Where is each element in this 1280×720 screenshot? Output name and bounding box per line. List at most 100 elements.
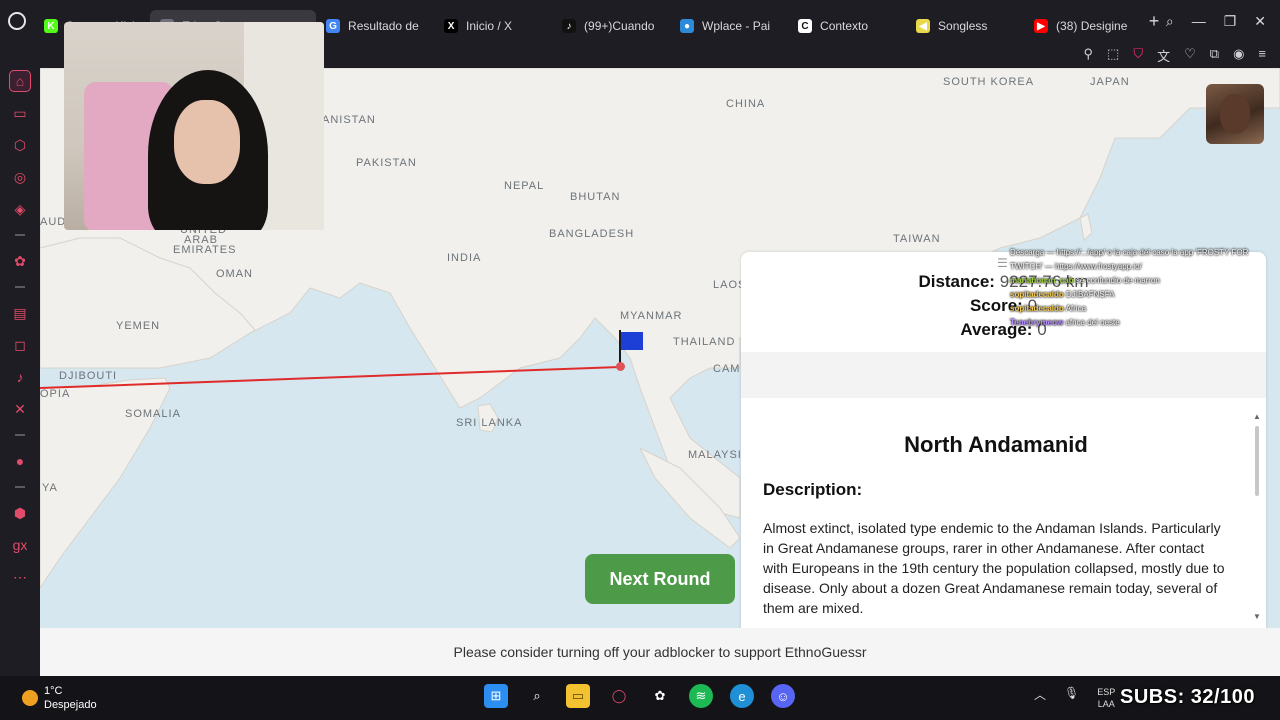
ai-aria-icon[interactable]: ◎ (9, 166, 31, 188)
chat-username: sopitadecaldo (1010, 290, 1064, 299)
webcam-face (174, 100, 240, 184)
youtube-icon: ▶ (1034, 19, 1049, 33)
tab-label: Wplace - Pai (702, 19, 771, 33)
chat-username: mariahonan_cab (1010, 276, 1074, 285)
sidebar-divider (15, 486, 25, 488)
map-label-china: CHINA (726, 98, 766, 110)
tab-label: Contexto (820, 19, 869, 33)
hexagon-icon[interactable]: ⬡ (9, 134, 31, 156)
shield-icon[interactable]: ⛉ (1133, 46, 1143, 65)
tab-tiktok[interactable]: ♪ (99+)Cuando (552, 10, 670, 42)
x-icon[interactable]: ✕ (9, 398, 31, 420)
chat-text: DJIBAFNSFA (1066, 290, 1115, 299)
map-label-afg: ANISTAN (322, 114, 376, 126)
tab-google[interactable]: G Resultado de (316, 10, 434, 42)
map-label-kenya: YA (42, 482, 58, 494)
opera-gx-logo-icon[interactable] (0, 0, 34, 42)
tab-x[interactable]: X Inicio / X (434, 10, 552, 42)
translate-icon[interactable]: 文 (1157, 46, 1170, 65)
scroll-up-icon[interactable]: ▲ (1253, 412, 1261, 421)
sidebar-divider (15, 286, 25, 288)
reference-face-thumbnail[interactable] (1206, 84, 1264, 144)
new-tab-button[interactable]: + (1142, 11, 1166, 32)
map-label-bhutan: BHUTAN (570, 191, 621, 203)
chatgpt-taskbar-icon[interactable]: ✿ (648, 684, 672, 708)
map-label-taiwan: TAIWAN (893, 233, 941, 245)
description-text: Almost extinct, isolated type endemic to… (763, 520, 1225, 616)
cube-icon[interactable]: ◈ (9, 198, 31, 220)
search-icon[interactable]: ⌕ (525, 684, 549, 708)
opera-gx-taskbar-icon[interactable]: ◯ (607, 684, 631, 708)
scroll-down-icon[interactable]: ▼ (1253, 612, 1261, 621)
file-explorer-icon[interactable]: ▭ (566, 684, 590, 708)
pin-icon[interactable]: ⚲ (1084, 46, 1094, 65)
map-label-nepal: NEPAL (504, 180, 545, 192)
instagram-icon[interactable]: ◻ (9, 334, 31, 356)
spotify-icon[interactable]: ≋ (689, 684, 713, 708)
microphone-icon[interactable]: 🎙 (1064, 686, 1079, 710)
home-icon[interactable]: ⌂ (9, 70, 31, 92)
tab-label: Songless (938, 19, 988, 33)
minimize-icon[interactable]: — (1192, 13, 1206, 30)
google-icon: G (326, 19, 341, 33)
taiwan-island (1079, 213, 1093, 241)
gx-control-icon[interactable]: ▭ (9, 102, 31, 124)
guess-marker (616, 362, 625, 371)
map-label-sri: SRI LANKA (456, 417, 523, 429)
distance-line (40, 366, 621, 389)
map-label-djib: DJIBOUTI (59, 370, 118, 382)
adblock-notice: Please consider turning off your adblock… (40, 628, 1280, 676)
twitch-icon[interactable]: ▤ (9, 302, 31, 324)
tab-wplace[interactable]: ● Wplace - Pai (670, 10, 788, 42)
tiktok-icon[interactable]: ♪ (9, 366, 31, 388)
close-icon[interactable]: ✕ (1254, 13, 1266, 30)
vpn-icon[interactable]: ⬢ (9, 502, 31, 524)
panel-drag-handle-icon[interactable]: ☰ (997, 256, 1008, 270)
x-icon: X (444, 19, 459, 33)
subs-goal-overlay: SUBS: 32/100 (1120, 686, 1255, 708)
map-label-india: INDIA (447, 252, 482, 264)
kick-icon: K (44, 19, 59, 33)
tab-contexto[interactable]: C Contexto (788, 10, 906, 42)
tab-youtube[interactable]: ▶ (38) Desigine (1024, 10, 1142, 42)
language-indicator[interactable]: ESP LAA (1097, 686, 1115, 710)
chat-message: sopitadecaldo DJIBAFNSFA (1010, 288, 1250, 302)
profile-icon[interactable]: ◉ (1233, 46, 1244, 65)
tray-overflow-icon[interactable]: ︿ (1034, 686, 1046, 710)
map-label-pak: PAKISTAN (356, 157, 417, 169)
weather-condition: Despejado (44, 699, 97, 711)
snapshot-icon[interactable]: ⬚ (1107, 46, 1119, 65)
search-tabs-icon[interactable]: ⌕ (1166, 13, 1174, 30)
edge-icon[interactable]: e (730, 684, 754, 708)
discord-icon[interactable]: ☺ (771, 684, 795, 708)
windows-start-icon[interactable]: ⊞ (484, 684, 508, 708)
menu-icon[interactable]: ≡ (1258, 46, 1266, 65)
heart-icon[interactable]: ♡ (1184, 46, 1196, 65)
chat-message: Tenebrymeow africa del oeste (1010, 316, 1250, 330)
chat-message: Descarga — https://.../app/ o la caja de… (1010, 246, 1250, 274)
windows-taskbar: 1°C Despejado ⊞ ⌕ ▭ ◯ ✿ ≋ e ☺ ︿ 🎙 ESP LA… (0, 676, 1280, 720)
window-controls: ⌕ — ❐ ✕ (1166, 13, 1280, 30)
restore-icon[interactable]: ❐ (1224, 13, 1237, 30)
chat-text: Africa (1065, 304, 1087, 313)
extensions-icon[interactable]: ⧉ (1210, 46, 1219, 65)
scrollbar-thumb[interactable] (1255, 426, 1259, 496)
tab-songless[interactable]: ◀ Songless (906, 10, 1024, 42)
chat-message: mariahonan_cab se confundio de marron (1010, 274, 1250, 288)
taskbar-apps: ⊞ ⌕ ▭ ◯ ✿ ≋ e ☺ (484, 684, 795, 708)
player-icon[interactable]: ● (9, 450, 31, 472)
chatgpt-icon[interactable]: ✿ (9, 250, 31, 272)
more-icon[interactable]: ⋯ (9, 566, 31, 588)
contexto-icon: C (798, 19, 813, 33)
weather-widget[interactable]: 1°C Despejado (22, 684, 97, 712)
description-heading: Description: (763, 480, 863, 499)
map-label-myanmar: MYANMAR (620, 310, 683, 322)
map-label-bangla: BANGLADESH (549, 228, 635, 240)
distance-label: Distance: (918, 272, 995, 291)
sidebar-divider (15, 234, 25, 236)
panel-scrollbar[interactable]: ▲ ▼ (1253, 412, 1261, 622)
map-label-som: SOMALIA (125, 408, 181, 420)
next-round-button[interactable]: Next Round (585, 554, 735, 604)
gx-icon[interactable]: gx (9, 534, 31, 556)
map-label-oman: OMAN (216, 268, 253, 280)
